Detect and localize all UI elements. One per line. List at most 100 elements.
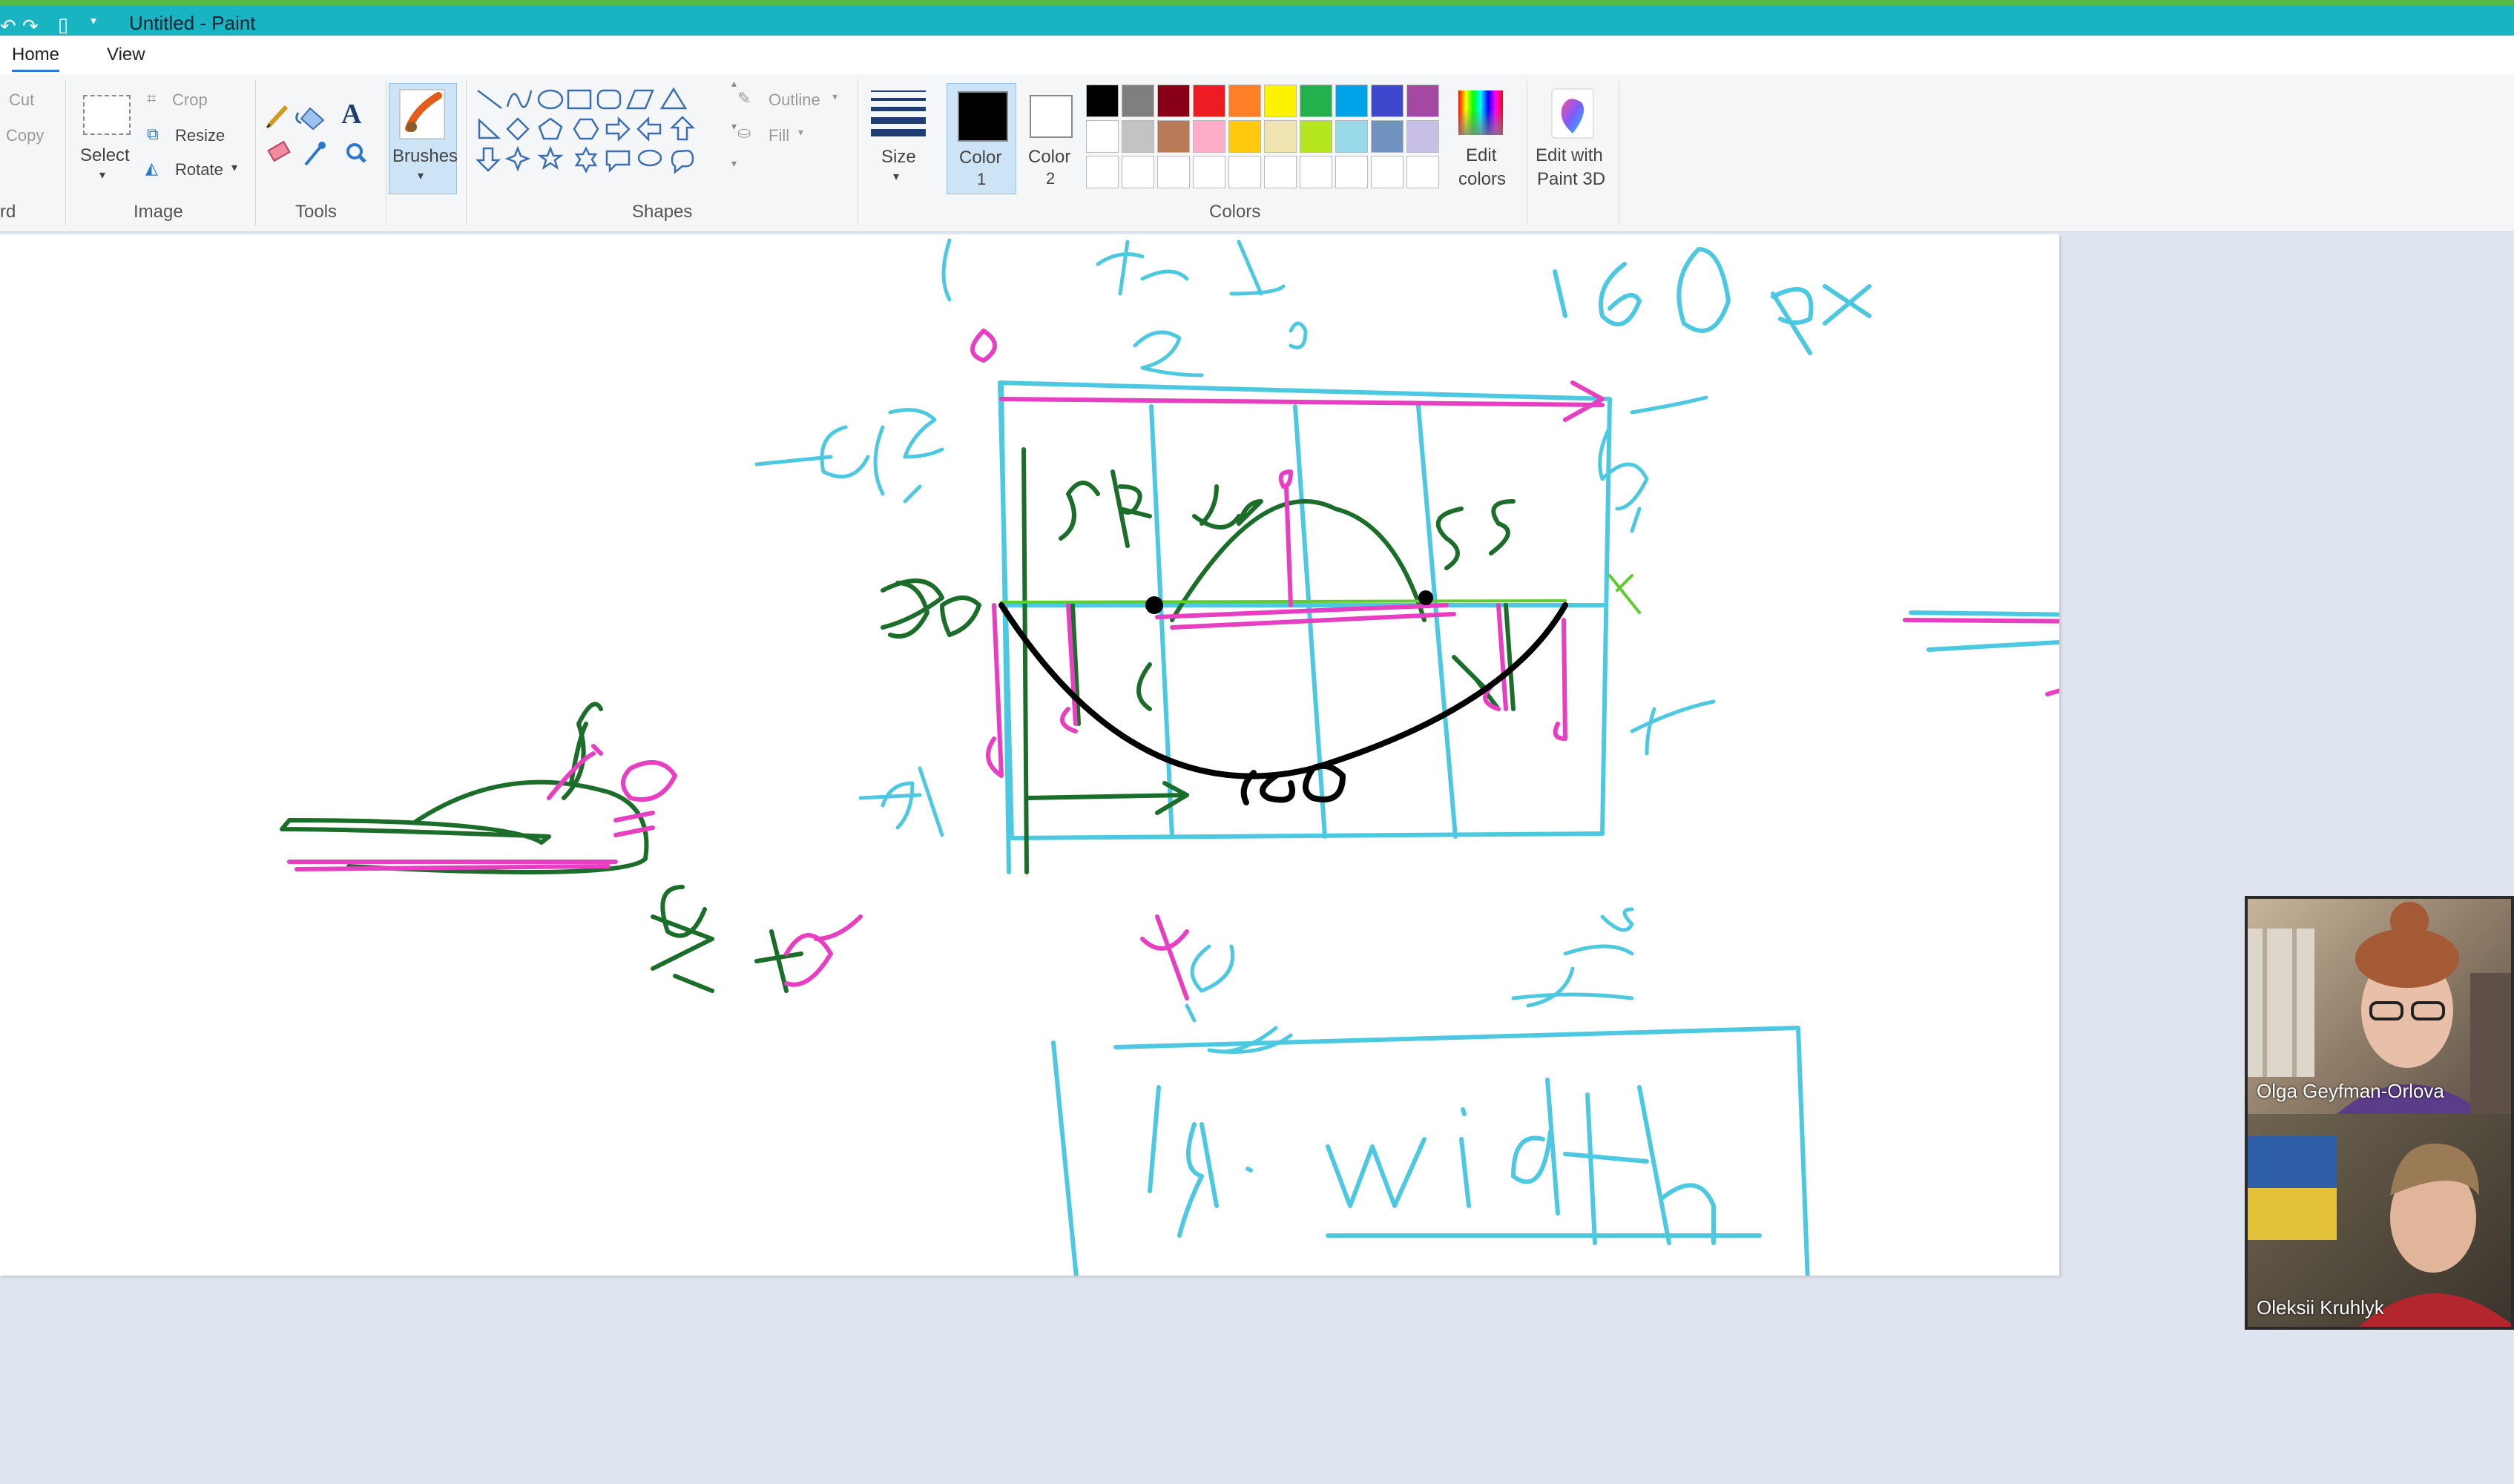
- triangle-shape-icon[interactable]: [659, 87, 688, 110]
- four-point-star-shape-icon[interactable]: [504, 145, 531, 172]
- size-button[interactable]: Size ▾: [866, 86, 930, 190]
- outline-dropdown-icon[interactable]: ▾: [832, 90, 838, 103]
- palette-swatch[interactable]: [1264, 120, 1297, 153]
- outline-button[interactable]: Outline: [769, 90, 820, 110]
- five-point-star-shape-icon[interactable]: [537, 145, 564, 170]
- shapes-expand-icon[interactable]: ▾: [731, 157, 737, 170]
- six-point-star-shape-icon[interactable]: [574, 146, 598, 174]
- hexagon-shape-icon[interactable]: [573, 118, 599, 140]
- quick-access-dropdown-icon[interactable]: ▾: [91, 13, 96, 33]
- fill-bucket-icon[interactable]: [295, 107, 325, 131]
- color2-label: Color: [1028, 147, 1071, 167]
- pentagon-shape-icon[interactable]: [538, 117, 563, 140]
- palette-swatch[interactable]: [1086, 85, 1119, 117]
- edit-with-paint3d-button[interactable]: Edit with Paint 3D: [1531, 83, 1613, 193]
- participant-tile-olga[interactable]: Olga Geyfman-Orlova: [2248, 899, 2511, 1114]
- rectangle-shape-icon[interactable]: [567, 89, 592, 110]
- palette-swatch[interactable]: [1371, 85, 1404, 117]
- palette-swatch[interactable]: [1228, 85, 1261, 117]
- left-arrow-shape-icon[interactable]: [636, 116, 662, 142]
- select-icon[interactable]: [83, 95, 131, 135]
- cloud-callout-shape-icon[interactable]: [671, 149, 694, 174]
- line-shape-icon[interactable]: [477, 90, 502, 109]
- palette-swatch[interactable]: [1371, 120, 1404, 153]
- palette-swatch[interactable]: [1157, 120, 1190, 153]
- right-arrow-shape-icon[interactable]: [605, 116, 631, 142]
- palette-swatch[interactable]: [1406, 120, 1439, 153]
- drawing-layer: [280, 238, 2472, 1423]
- custom-color-slot[interactable]: [1157, 156, 1190, 188]
- color2-button[interactable]: Color 2: [1018, 83, 1086, 193]
- rotate-dropdown-icon[interactable]: ▾: [231, 160, 237, 175]
- cut-button[interactable]: Cut: [9, 90, 34, 110]
- fill-button[interactable]: Fill: [769, 126, 789, 145]
- magnifier-icon[interactable]: [346, 143, 366, 163]
- palette-swatch[interactable]: [1122, 85, 1154, 117]
- 160px-label: [1553, 247, 1872, 355]
- cyan-arrow: [1909, 610, 2257, 711]
- up-arrow-shape-icon[interactable]: [669, 116, 696, 141]
- redo-icon[interactable]: ↷: [22, 15, 39, 37]
- rect-callout-shape-icon[interactable]: [605, 150, 631, 174]
- custom-color-slot[interactable]: [1086, 156, 1119, 188]
- custom-color-slot[interactable]: [1228, 156, 1261, 188]
- select-button[interactable]: Select: [80, 145, 130, 166]
- ribbon-tabs: Home View: [0, 36, 2514, 75]
- undo-icon[interactable]: ↶: [0, 15, 16, 37]
- brushes-button[interactable]: Brushes ▾: [389, 83, 458, 194]
- black-curve: [998, 602, 1568, 805]
- new-file-icon[interactable]: ▯: [58, 13, 68, 36]
- palette-swatch[interactable]: [1264, 85, 1297, 117]
- custom-color-slot[interactable]: [1264, 156, 1297, 188]
- palette-swatch[interactable]: [1335, 120, 1368, 153]
- oval-shape-icon[interactable]: [537, 89, 564, 110]
- palette-swatch[interactable]: [1228, 120, 1261, 153]
- pencil-icon[interactable]: [266, 105, 289, 129]
- copy-button[interactable]: Copy: [6, 126, 44, 145]
- select-dropdown-icon[interactable]: ▾: [99, 168, 105, 182]
- tab-view[interactable]: View: [107, 44, 145, 65]
- custom-color-slot[interactable]: [1193, 156, 1225, 188]
- edit-colors-button[interactable]: Edit colors: [1445, 83, 1516, 193]
- fill-dropdown-icon[interactable]: ▾: [798, 126, 803, 139]
- palette-swatch[interactable]: [1122, 120, 1154, 153]
- shapes-scroll-down-icon[interactable]: ▾: [731, 120, 737, 133]
- shapes-gallery[interactable]: [475, 86, 727, 190]
- down-arrow-shape-icon[interactable]: [475, 147, 501, 172]
- group-divider: [466, 80, 467, 225]
- palette-swatch[interactable]: [1335, 85, 1368, 117]
- crop-button[interactable]: Crop: [172, 90, 208, 110]
- group-divider: [255, 80, 256, 225]
- custom-color-slot[interactable]: [1300, 156, 1332, 188]
- palette-swatch[interactable]: [1300, 120, 1332, 153]
- palette-swatch[interactable]: [1300, 85, 1332, 117]
- color-picker-icon[interactable]: [304, 142, 326, 166]
- rounded-rectangle-shape-icon[interactable]: [596, 89, 622, 110]
- tab-home[interactable]: Home: [12, 44, 60, 72]
- color1-button[interactable]: Color 1: [947, 83, 1016, 194]
- custom-color-slot[interactable]: [1371, 156, 1404, 188]
- palette-swatch[interactable]: [1193, 120, 1225, 153]
- right-triangle-shape-icon[interactable]: [478, 118, 501, 139]
- participant-tile-oleksii[interactable]: Oleksii Kruhlyk: [2248, 1114, 2511, 1327]
- polygon-shape-icon[interactable]: [626, 89, 654, 110]
- custom-color-slot[interactable]: [1122, 156, 1154, 188]
- resize-button[interactable]: Resize: [175, 126, 225, 145]
- curve-shape-icon[interactable]: [506, 90, 533, 108]
- crop-icon: ⌗: [147, 89, 157, 108]
- custom-color-slot[interactable]: [1335, 156, 1368, 188]
- palette-swatch[interactable]: [1157, 85, 1190, 117]
- custom-color-slot[interactable]: [1406, 156, 1439, 188]
- eraser-icon[interactable]: [267, 140, 291, 162]
- oval-callout-shape-icon[interactable]: [637, 149, 662, 167]
- paint3d-label-2: Paint 3D: [1537, 169, 1606, 189]
- diamond-shape-icon[interactable]: [506, 117, 530, 141]
- palette-swatch[interactable]: [1086, 120, 1119, 153]
- color1-number: 1: [977, 170, 987, 188]
- palette-swatch[interactable]: [1406, 85, 1439, 117]
- text-tool-icon[interactable]: A: [341, 98, 361, 131]
- shapes-scroll-up-icon[interactable]: ▴: [731, 77, 737, 90]
- palette-swatch[interactable]: [1193, 85, 1225, 117]
- drawing-canvas[interactable]: [0, 234, 2472, 1423]
- rotate-button[interactable]: Rotate: [175, 160, 223, 179]
